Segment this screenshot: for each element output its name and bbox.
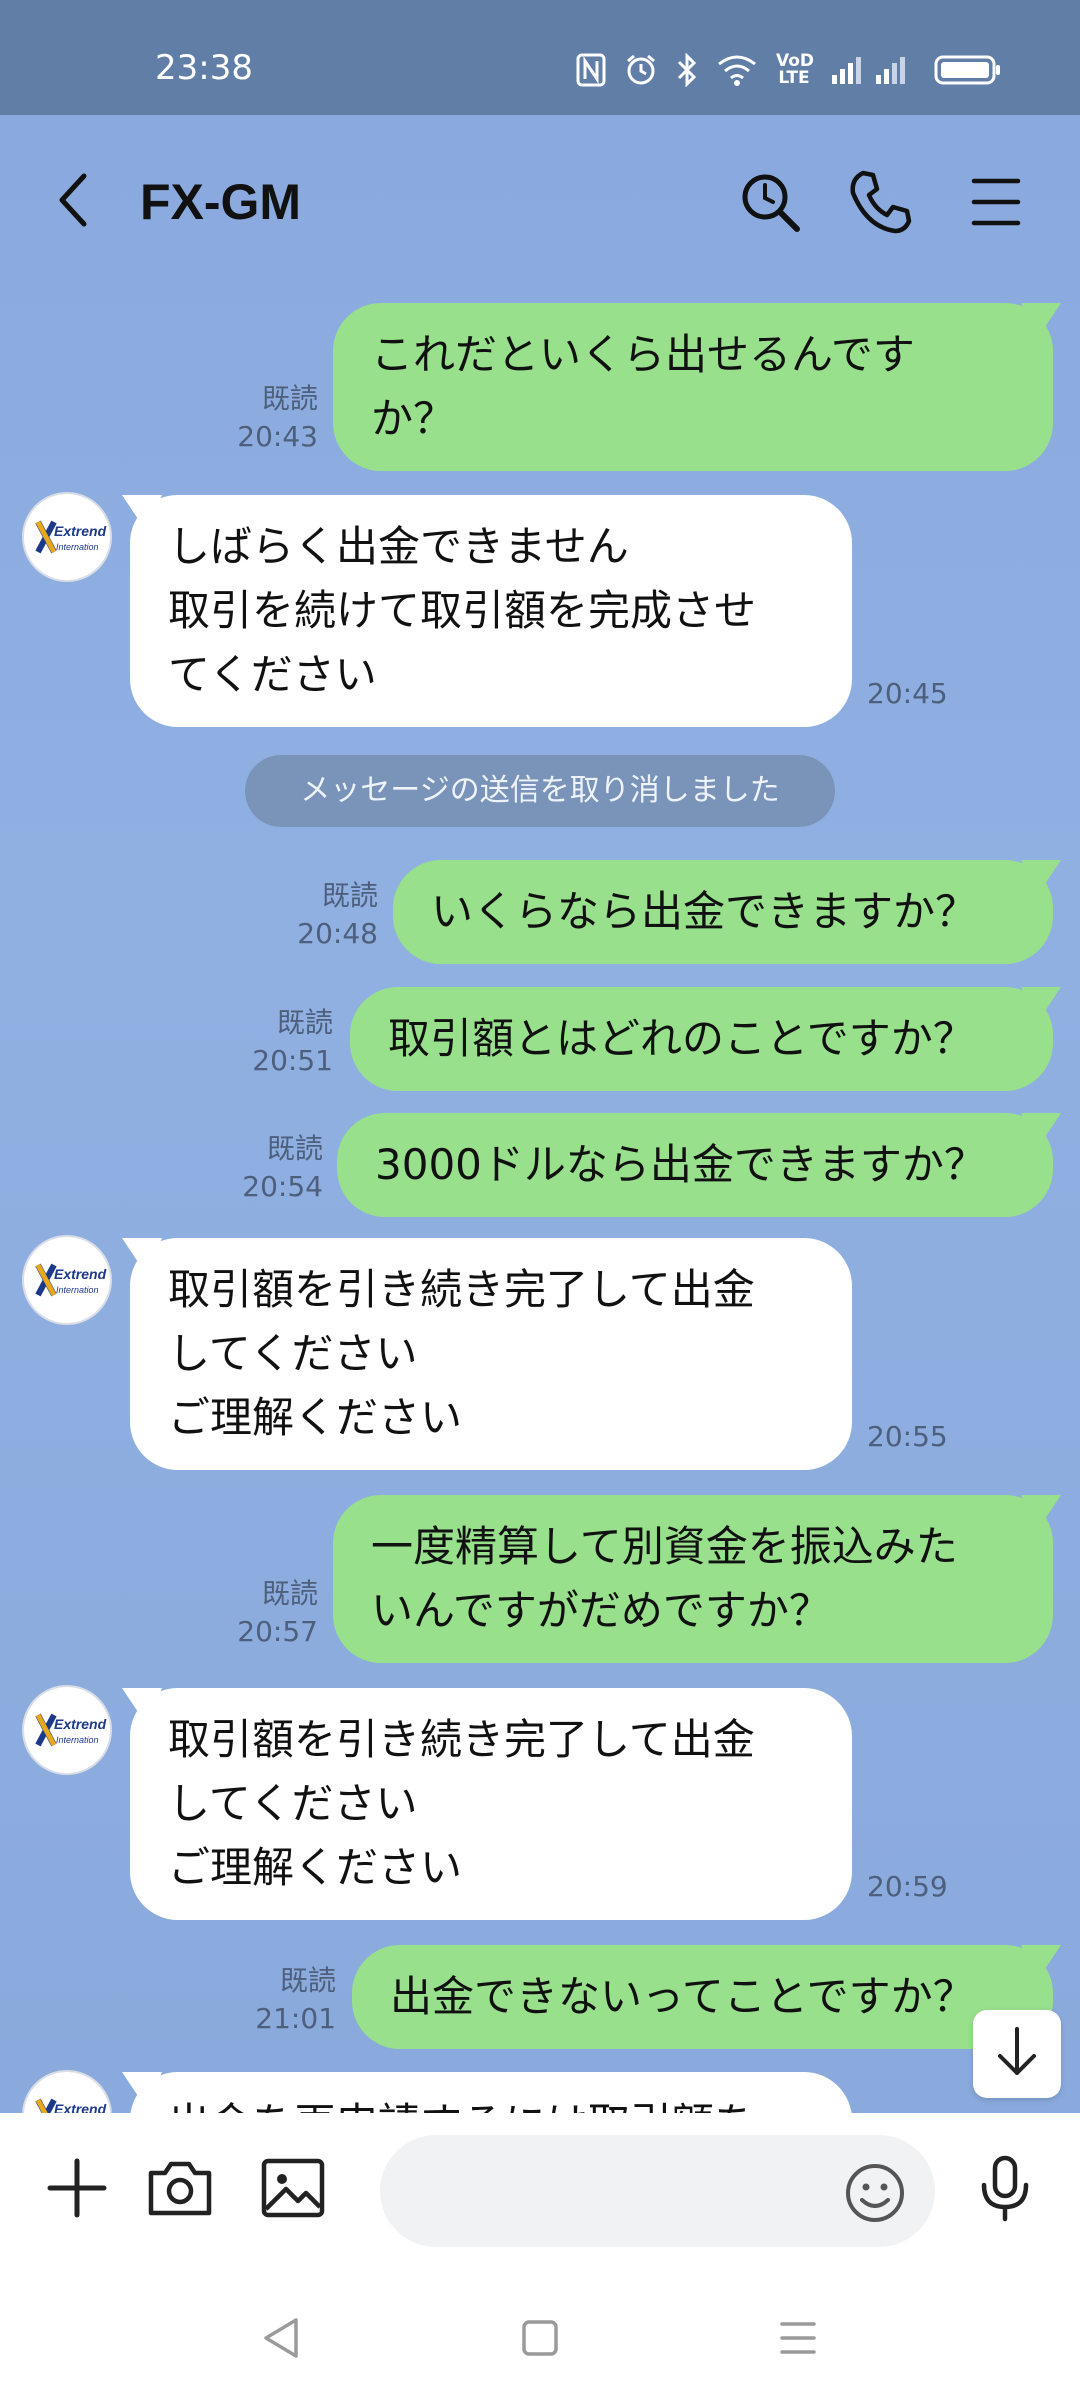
incoming-message[interactable]: 取引額を引き続き完了して出金 してください ご理解ください — [130, 1238, 852, 1470]
nav-home-icon[interactable] — [510, 2308, 570, 2368]
emoji-icon[interactable] — [842, 2160, 912, 2230]
message-time: 20:59 — [867, 1870, 948, 1903]
message-meta: 既読 20:43 — [200, 380, 318, 456]
input-bar — [0, 2113, 1080, 2270]
svg-text:Internation: Internation — [56, 1735, 99, 1745]
read-receipt: 既読 — [279, 1964, 336, 1997]
message-meta: 既読 20:54 — [205, 1130, 323, 1206]
read-receipt: 既読 — [266, 1132, 323, 1165]
message-meta: 既読 20:48 — [260, 877, 378, 953]
avatar[interactable]: Extrend Internation — [22, 1235, 112, 1325]
wifi-icon — [716, 54, 758, 86]
plus-icon[interactable] — [42, 2153, 112, 2223]
nav-recents-icon[interactable] — [768, 2308, 828, 2368]
system-message: メッセージの送信を取り消しました — [245, 755, 835, 827]
incoming-message[interactable]: 取引額を引き続き完了して出金 してください ご理解ください — [130, 1688, 852, 1920]
message-time: 20:43 — [237, 420, 318, 453]
avatar[interactable]: Extrend Internation — [22, 1685, 112, 1775]
alarm-icon — [624, 53, 658, 87]
message-meta: 既読 20:51 — [215, 1004, 333, 1080]
avatar[interactable]: ExtrendInternation — [22, 2070, 112, 2113]
avatar[interactable]: Extrend Internation — [22, 492, 112, 582]
search-icon[interactable] — [735, 167, 805, 237]
image-icon[interactable] — [258, 2153, 328, 2223]
svg-text:Extrend: Extrend — [54, 1266, 107, 1282]
navigation-bar — [0, 2270, 1080, 2400]
message-time: 20:45 — [867, 677, 948, 710]
incoming-message[interactable]: しばらく出金できません 取引を続けて取引額を完成させ てください — [130, 495, 852, 727]
back-icon[interactable] — [50, 170, 100, 230]
outgoing-message[interactable]: 取引額とはどれのことですか？ — [350, 987, 1053, 1091]
svg-text:Extrend: Extrend — [54, 1716, 107, 1732]
battery-icon — [934, 54, 1002, 86]
message-time: 20:54 — [242, 1170, 323, 1203]
status-time: 23:38 — [155, 48, 253, 88]
menu-icon[interactable] — [960, 167, 1030, 237]
chat-title: FX-GM — [140, 174, 302, 230]
message-time: 20:55 — [867, 1420, 948, 1453]
chat-header: FX-GM — [0, 115, 1080, 285]
scroll-to-bottom-button[interactable] — [973, 2010, 1061, 2098]
mic-icon[interactable] — [970, 2153, 1040, 2223]
nfc-icon — [576, 53, 606, 87]
network-label: VoD LTE — [776, 51, 815, 88]
message-meta: 既読 20:57 — [200, 1575, 318, 1651]
incoming-message[interactable]: 出金を再申請するには取引額を — [130, 2072, 852, 2113]
read-receipt: 既読 — [276, 1006, 333, 1039]
read-receipt: 既読 — [321, 879, 378, 912]
outgoing-message[interactable]: 出金できないってことですか？ — [352, 1945, 1053, 2049]
phone-icon[interactable] — [845, 167, 915, 237]
svg-text:Internation: Internation — [56, 1285, 99, 1295]
svg-text:Extrend: Extrend — [54, 2101, 107, 2113]
arrow-down-icon — [992, 2025, 1042, 2083]
outgoing-message[interactable]: 一度精算して別資金を振込みた いんですがだめですか？ — [333, 1495, 1053, 1663]
nav-back-icon[interactable] — [252, 2308, 312, 2368]
status-icons: VoD LTE — [576, 50, 1002, 90]
outgoing-message[interactable]: 3000ドルなら出金できますか？ — [337, 1113, 1053, 1217]
status-bar: 23:38 VoD LTE — [0, 0, 1080, 115]
message-meta: 既読 21:01 — [218, 1962, 336, 2038]
read-receipt: 既読 — [261, 382, 318, 415]
message-time: 20:57 — [237, 1615, 318, 1648]
read-receipt: 既読 — [261, 1577, 318, 1610]
svg-text:Internation: Internation — [56, 542, 99, 552]
message-time: 20:48 — [297, 917, 378, 950]
camera-icon[interactable] — [145, 2153, 215, 2223]
message-time: 21:01 — [255, 2002, 336, 2035]
outgoing-message[interactable]: いくらなら出金できますか？ — [393, 860, 1053, 964]
svg-text:Extrend: Extrend — [54, 523, 107, 539]
chat-area[interactable]: FX-GM これだといくら出せるんです か？ 既読 20:43 Extrend I… — [0, 115, 1080, 2113]
bluetooth-icon — [676, 53, 698, 87]
signal-icon — [830, 55, 916, 85]
outgoing-message[interactable]: これだといくら出せるんです か？ — [333, 303, 1053, 471]
message-time: 20:51 — [252, 1044, 333, 1077]
